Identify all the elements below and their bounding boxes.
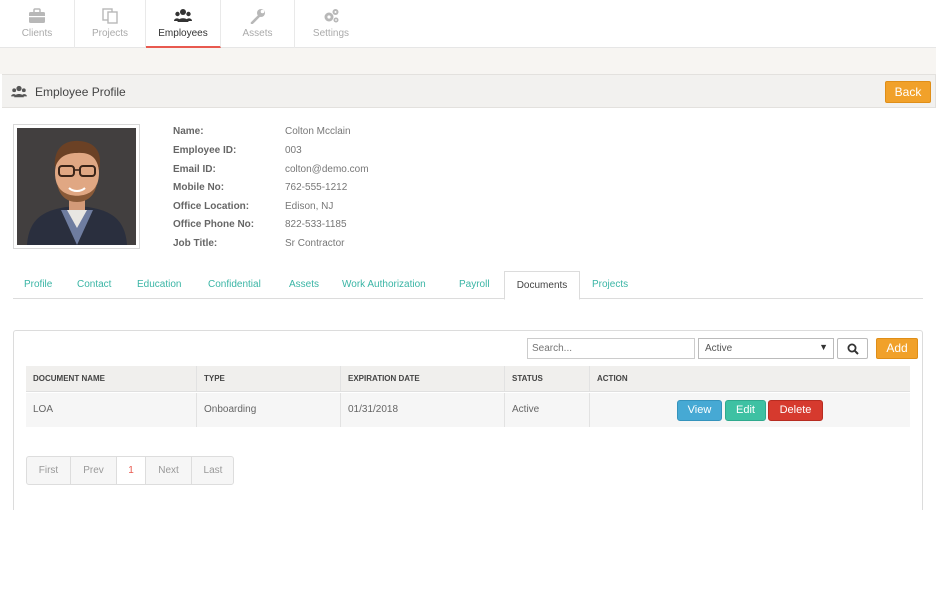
nav-label: Projects	[91, 28, 129, 39]
page-title: Employee Profile	[35, 85, 126, 99]
nav-item-employees[interactable]: Employees	[146, 0, 221, 48]
tab-contact[interactable]: Contact	[77, 271, 111, 299]
field-value: 822-533-1185	[285, 219, 347, 230]
page-first[interactable]: First	[27, 457, 71, 484]
users-icon	[174, 9, 192, 22]
nav-item-projects[interactable]: Projects	[75, 0, 146, 48]
tab-education[interactable]: Education	[137, 271, 181, 299]
add-button[interactable]: Add	[876, 338, 918, 359]
top-nav: Clients Projects Employees Assets Settin…	[0, 0, 936, 48]
column-header: EXPIRATION DATE	[341, 366, 505, 391]
cell-type: Onboarding	[197, 393, 341, 427]
field-label: Name:	[173, 126, 204, 137]
cell-expiration-date: 01/31/2018	[341, 393, 505, 427]
column-header: STATUS	[505, 366, 590, 391]
tab-documents[interactable]: Documents	[504, 271, 580, 300]
delete-button[interactable]: Delete	[768, 400, 823, 421]
search-icon	[847, 343, 859, 355]
field-value: colton@demo.com	[285, 164, 369, 175]
gears-icon	[324, 9, 339, 23]
page-next[interactable]: Next	[146, 457, 192, 484]
field-value: Sr Contractor	[285, 238, 345, 249]
employee-photo	[13, 124, 140, 249]
tab-payroll[interactable]: Payroll	[459, 271, 490, 299]
field-label: Employee ID:	[173, 145, 237, 156]
wrench-icon	[250, 9, 265, 24]
nav-item-clients[interactable]: Clients	[0, 0, 75, 48]
pagination: First Prev 1 Next Last	[26, 456, 234, 485]
column-header: TYPE	[197, 366, 341, 391]
field-value: Edison, NJ	[285, 201, 334, 212]
profile-tabs: Profile Contact Education Confidential A…	[13, 271, 923, 300]
field-label: Office Location:	[173, 201, 250, 212]
field-label: Job Title:	[173, 238, 218, 249]
field-label: Office Phone No:	[173, 219, 255, 230]
field-value: 003	[285, 145, 302, 156]
page-current[interactable]: 1	[117, 457, 146, 484]
nav-label: Employees	[158, 28, 208, 39]
back-button[interactable]: Back	[885, 81, 931, 103]
tab-projects[interactable]: Projects	[592, 271, 628, 299]
field-label: Mobile No:	[173, 182, 225, 193]
search-input[interactable]	[527, 338, 695, 359]
column-header: DOCUMENT NAME	[26, 366, 197, 391]
tab-work-authorization[interactable]: Work Authorization	[342, 271, 426, 299]
tab-profile[interactable]: Profile	[24, 271, 52, 299]
caret-down-icon: ▼	[819, 342, 828, 352]
field-value: Colton Mcclain	[285, 126, 351, 137]
cell-status: Active	[505, 393, 590, 427]
edit-button[interactable]: Edit	[725, 400, 766, 421]
briefcase-icon	[29, 8, 45, 23]
page-last[interactable]: Last	[192, 457, 234, 484]
status-select[interactable]: Active ▼	[698, 338, 834, 359]
search-button[interactable]	[837, 338, 868, 359]
users-icon	[11, 85, 27, 98]
nav-label: Assets	[242, 28, 273, 39]
table-row: LOA Onboarding 01/31/2018 Active View Ed…	[26, 393, 910, 427]
nav-item-settings[interactable]: Settings	[295, 0, 367, 48]
nav-label: Clients	[21, 28, 53, 39]
nav-item-assets[interactable]: Assets	[221, 0, 295, 48]
status-select-value: Active	[705, 343, 733, 354]
column-header: ACTION	[597, 374, 628, 383]
copy-icon	[102, 8, 118, 24]
cell-document-name: LOA	[26, 393, 197, 427]
nav-label: Settings	[312, 28, 350, 39]
tab-confidential[interactable]: Confidential	[208, 271, 261, 299]
profile-header: Employee Profile	[2, 74, 936, 108]
nav-spacer	[0, 48, 936, 74]
field-label: Email ID:	[173, 164, 216, 175]
avatar	[17, 128, 136, 245]
page-prev[interactable]: Prev	[71, 457, 117, 484]
field-value: 762-555-1212	[285, 182, 348, 193]
table-header: DOCUMENT NAME TYPE EXPIRATION DATE STATU…	[26, 366, 910, 392]
view-button[interactable]: View	[677, 400, 722, 421]
tab-assets[interactable]: Assets	[289, 271, 319, 299]
